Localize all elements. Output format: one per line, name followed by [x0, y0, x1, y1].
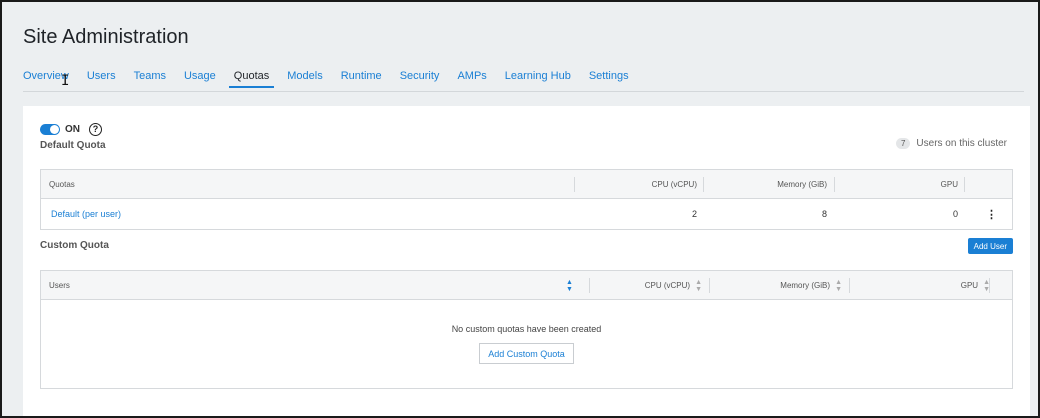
column-divider: [703, 177, 704, 192]
app-window: Site Administration Overview Users Teams…: [0, 0, 1040, 418]
add-user-button[interactable]: Add User: [967, 238, 1013, 254]
table-header: Quotas CPU (vCPU) Memory (GiB) GPU: [41, 170, 1012, 199]
default-quota-title: Default Quota: [40, 140, 106, 151]
column-divider: [574, 177, 575, 192]
add-custom-quota-button[interactable]: Add Custom Quota: [479, 343, 574, 364]
quota-toggle-row: ON ?: [40, 123, 102, 136]
column-divider: [589, 278, 590, 293]
users-count-badge: 7: [895, 138, 911, 149]
column-divider: [834, 177, 835, 192]
column-header-gpu[interactable]: GPU ▲ ▼: [961, 271, 990, 300]
toggle-state-label: ON: [65, 124, 80, 135]
tab-users[interactable]: Users: [87, 70, 116, 86]
gpu-value: 0: [952, 209, 958, 219]
users-sort-icon[interactable]: ▲ ▼: [561, 271, 573, 300]
column-header-cpu-label: CPU (vCPU): [644, 281, 691, 290]
custom-quota-title: Custom Quota: [40, 240, 109, 251]
tab-learning-hub[interactable]: Learning Hub: [505, 70, 571, 86]
cpu-value: 2: [691, 209, 697, 219]
column-header-gpu-label: GPU: [960, 281, 979, 290]
text-cursor-icon: I: [61, 73, 70, 89]
column-divider: [849, 278, 850, 293]
sort-arrows-icon: ▲ ▼: [695, 278, 702, 293]
tab-teams[interactable]: Teams: [134, 70, 166, 86]
column-divider: [709, 278, 710, 293]
default-quota-table: Quotas CPU (vCPU) Memory (GiB) GPU Defau…: [40, 169, 1013, 230]
column-header-memory[interactable]: Memory (GiB) ▲ ▼: [780, 271, 842, 300]
tab-models[interactable]: Models: [287, 70, 322, 86]
empty-state-message: No custom quotas have been created: [451, 324, 602, 334]
column-divider: [989, 278, 990, 293]
memory-value: 8: [821, 209, 827, 219]
page-title: Site Administration: [23, 26, 189, 48]
quotas-panel: ON ? Default Quota 7 Users on this clust…: [23, 106, 1030, 416]
toggle-switch-icon[interactable]: [40, 124, 60, 135]
column-divider: [964, 177, 965, 192]
tab-quotas[interactable]: Quotas: [228, 70, 275, 88]
kebab-menu-icon[interactable]: ⋮: [986, 199, 997, 229]
table-header: Users ▲ ▼ CPU (vCPU) ▲ ▼ Memory (GiB) ▲ ▼ GPU…: [41, 271, 1012, 300]
tab-runtime[interactable]: Runtime: [341, 70, 382, 86]
tab-usage[interactable]: Usage: [184, 70, 216, 86]
column-header-memory-label: Memory (GiB): [780, 281, 831, 290]
column-header-gpu: GPU: [940, 180, 958, 189]
column-header-users[interactable]: Users: [49, 271, 70, 300]
users-on-cluster: 7 Users on this cluster: [895, 138, 1007, 149]
tab-bar: Overview Users Teams Usage Quotas Models…: [23, 70, 1024, 92]
tab-security[interactable]: Security: [400, 70, 440, 86]
tab-settings[interactable]: Settings: [589, 70, 629, 86]
sort-arrows-icon: ▲ ▼: [566, 278, 573, 293]
custom-quota-table: Users ▲ ▼ CPU (vCPU) ▲ ▼ Memory (GiB) ▲ ▼ GPU…: [40, 270, 1013, 389]
default-quota-link[interactable]: Default (per user): [51, 199, 121, 229]
column-header-quotas: Quotas: [49, 180, 75, 189]
column-header-memory: Memory (GiB): [777, 180, 827, 189]
users-on-cluster-label: Users on this cluster: [916, 138, 1007, 149]
sort-arrows-icon: ▲ ▼: [835, 278, 842, 293]
table-row: Default (per user) 2 8 0 ⋮: [41, 199, 1012, 229]
empty-state: No custom quotas have been created Add C…: [41, 300, 1012, 388]
column-header-cpu[interactable]: CPU (vCPU) ▲ ▼: [645, 271, 702, 300]
question-circle-icon[interactable]: ?: [89, 123, 102, 136]
tab-amps[interactable]: AMPs: [457, 70, 486, 86]
column-header-cpu: CPU (vCPU): [651, 180, 697, 189]
